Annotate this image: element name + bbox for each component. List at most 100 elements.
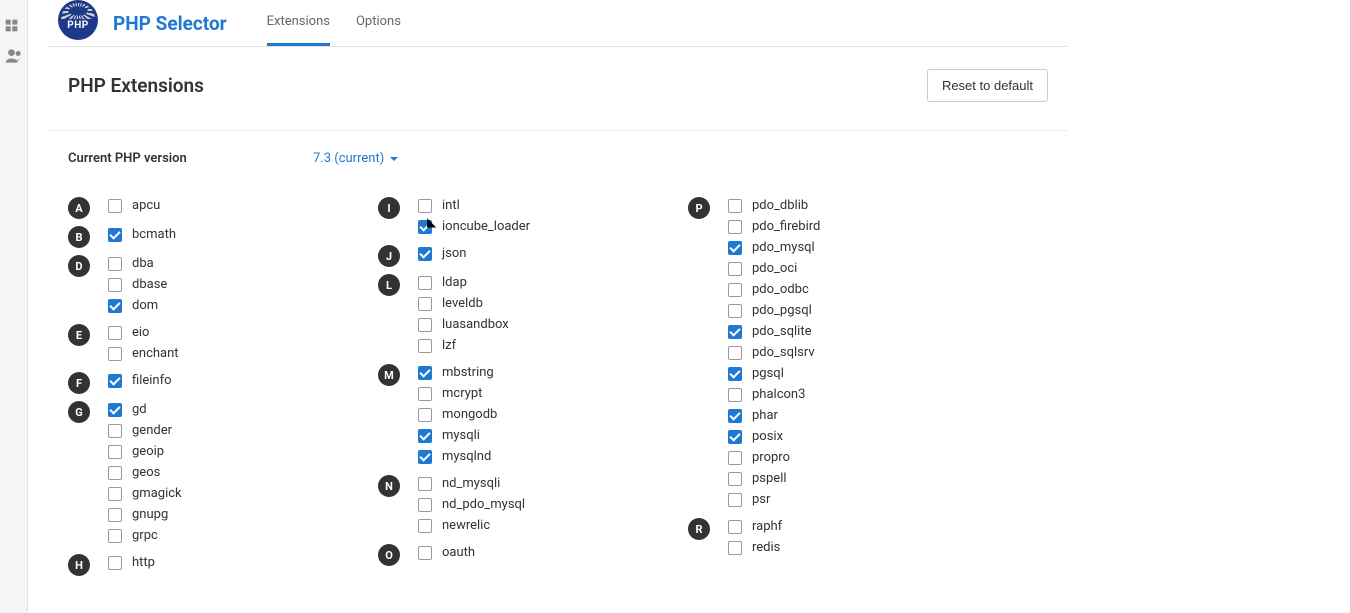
checkbox-gmagick[interactable] bbox=[108, 487, 122, 501]
reset-button[interactable]: Reset to default bbox=[927, 69, 1048, 102]
checkbox-geoip[interactable] bbox=[108, 445, 122, 459]
group-items: mbstringmcryptmongodbmysqlimysqlnd bbox=[418, 363, 628, 468]
checkbox-phalcon3[interactable] bbox=[728, 388, 742, 402]
ext-item-geos: geos bbox=[108, 463, 318, 482]
ext-name: mysqlnd bbox=[442, 449, 491, 464]
checkbox-ldap[interactable] bbox=[418, 276, 432, 290]
checkbox-oauth[interactable] bbox=[418, 546, 432, 560]
checkbox-pdo_dblib[interactable] bbox=[728, 199, 742, 213]
checkbox-pgsql[interactable] bbox=[728, 367, 742, 381]
checkbox-pdo_firebird[interactable] bbox=[728, 220, 742, 234]
ext-item-intl: intl bbox=[418, 196, 628, 215]
grid-icon[interactable] bbox=[4, 18, 24, 38]
ext-name: mbstring bbox=[442, 365, 494, 380]
checkbox-bcmath[interactable] bbox=[108, 228, 122, 242]
ext-name: gd bbox=[132, 402, 147, 417]
checkbox-pdo_odbc[interactable] bbox=[728, 283, 742, 297]
letter-badge: L bbox=[378, 274, 400, 296]
logo-text: PHP bbox=[67, 20, 88, 31]
checkbox-propro[interactable] bbox=[728, 451, 742, 465]
ext-item-bcmath: bcmath bbox=[108, 225, 318, 244]
ext-item-leveldb: leveldb bbox=[418, 294, 628, 313]
checkbox-dba[interactable] bbox=[108, 257, 122, 271]
ext-name: pgsql bbox=[752, 366, 784, 381]
tab-extensions[interactable]: Extensions bbox=[267, 0, 330, 46]
checkbox-gd[interactable] bbox=[108, 403, 122, 417]
ext-name: phar bbox=[752, 408, 778, 423]
checkbox-mongodb[interactable] bbox=[418, 408, 432, 422]
group-items: ldapleveldbluasandboxlzf bbox=[418, 273, 628, 357]
checkbox-psr[interactable] bbox=[728, 493, 742, 507]
checkbox-intl[interactable] bbox=[418, 199, 432, 213]
checkbox-raphf[interactable] bbox=[728, 520, 742, 534]
group-H: Hhttp bbox=[68, 553, 318, 576]
ext-name: raphf bbox=[752, 519, 782, 534]
checkbox-posix[interactable] bbox=[728, 430, 742, 444]
checkbox-leveldb[interactable] bbox=[418, 297, 432, 311]
checkbox-pdo_sqlite[interactable] bbox=[728, 325, 742, 339]
checkbox-dbase[interactable] bbox=[108, 278, 122, 292]
checkbox-luasandbox[interactable] bbox=[418, 318, 432, 332]
ext-name: apcu bbox=[132, 198, 160, 213]
checkbox-json[interactable] bbox=[418, 247, 432, 261]
group-items: bcmath bbox=[108, 225, 318, 248]
checkbox-newrelic[interactable] bbox=[418, 519, 432, 533]
checkbox-grpc[interactable] bbox=[108, 529, 122, 543]
letter-badge: R bbox=[688, 518, 710, 540]
tab-options[interactable]: Options bbox=[356, 0, 401, 46]
checkbox-geos[interactable] bbox=[108, 466, 122, 480]
checkbox-pdo_oci[interactable] bbox=[728, 262, 742, 276]
checkbox-eio[interactable] bbox=[108, 326, 122, 340]
version-dropdown[interactable]: 7.3 (current) bbox=[313, 151, 398, 166]
ext-item-grpc: grpc bbox=[108, 526, 318, 545]
ext-item-oauth: oauth bbox=[418, 543, 628, 562]
caret-down-icon bbox=[390, 157, 398, 161]
checkbox-pdo_mysql[interactable] bbox=[728, 241, 742, 255]
checkbox-gender[interactable] bbox=[108, 424, 122, 438]
checkbox-phar[interactable] bbox=[728, 409, 742, 423]
tabs: Extensions Options bbox=[267, 0, 401, 46]
checkbox-nd_pdo_mysql[interactable] bbox=[418, 498, 432, 512]
checkbox-mysqlnd[interactable] bbox=[418, 450, 432, 464]
ext-name: newrelic bbox=[442, 518, 490, 533]
letter-badge: G bbox=[68, 401, 90, 423]
checkbox-enchant[interactable] bbox=[108, 347, 122, 361]
checkbox-mcrypt[interactable] bbox=[418, 387, 432, 401]
letter-badge: M bbox=[378, 364, 400, 386]
ext-name: geoip bbox=[132, 444, 164, 459]
group-items: oauth bbox=[418, 543, 628, 566]
checkbox-pdo_pgsql[interactable] bbox=[728, 304, 742, 318]
checkbox-pdo_sqlsrv[interactable] bbox=[728, 346, 742, 360]
ext-name: gnupg bbox=[132, 507, 168, 522]
checkbox-lzf[interactable] bbox=[418, 339, 432, 353]
checkbox-http[interactable] bbox=[108, 556, 122, 570]
ext-item-pdo_firebird: pdo_firebird bbox=[728, 217, 938, 236]
ext-item-dbase: dbase bbox=[108, 275, 318, 294]
ext-name: eio bbox=[132, 325, 149, 340]
checkbox-dom[interactable] bbox=[108, 299, 122, 313]
ext-item-raphf: raphf bbox=[728, 517, 938, 536]
ext-name: gmagick bbox=[132, 486, 182, 501]
ext-item-mysqli: mysqli bbox=[418, 426, 628, 445]
group-items: intlioncube_loader bbox=[418, 196, 628, 238]
checkbox-fileinfo[interactable] bbox=[108, 374, 122, 388]
ext-name: mcrypt bbox=[442, 386, 482, 401]
checkbox-apcu[interactable] bbox=[108, 199, 122, 213]
ext-item-gender: gender bbox=[108, 421, 318, 440]
ext-name: pdo_pgsql bbox=[752, 303, 812, 318]
checkbox-redis[interactable] bbox=[728, 541, 742, 555]
ext-name: psr bbox=[752, 492, 770, 507]
checkbox-mysqli[interactable] bbox=[418, 429, 432, 443]
ext-item-dba: dba bbox=[108, 254, 318, 273]
users-icon[interactable] bbox=[4, 46, 24, 66]
checkbox-mbstring[interactable] bbox=[418, 366, 432, 380]
letter-badge: B bbox=[68, 226, 90, 248]
checkbox-nd_mysqli[interactable] bbox=[418, 477, 432, 491]
ext-item-mysqlnd: mysqlnd bbox=[418, 447, 628, 466]
checkbox-pspell[interactable] bbox=[728, 472, 742, 486]
ext-name: pdo_firebird bbox=[752, 219, 820, 234]
checkbox-gnupg[interactable] bbox=[108, 508, 122, 522]
version-row: Current PHP version 7.3 (current) bbox=[48, 131, 1068, 186]
letter-badge: A bbox=[68, 197, 90, 219]
checkbox-ioncube_loader[interactable] bbox=[418, 220, 432, 234]
